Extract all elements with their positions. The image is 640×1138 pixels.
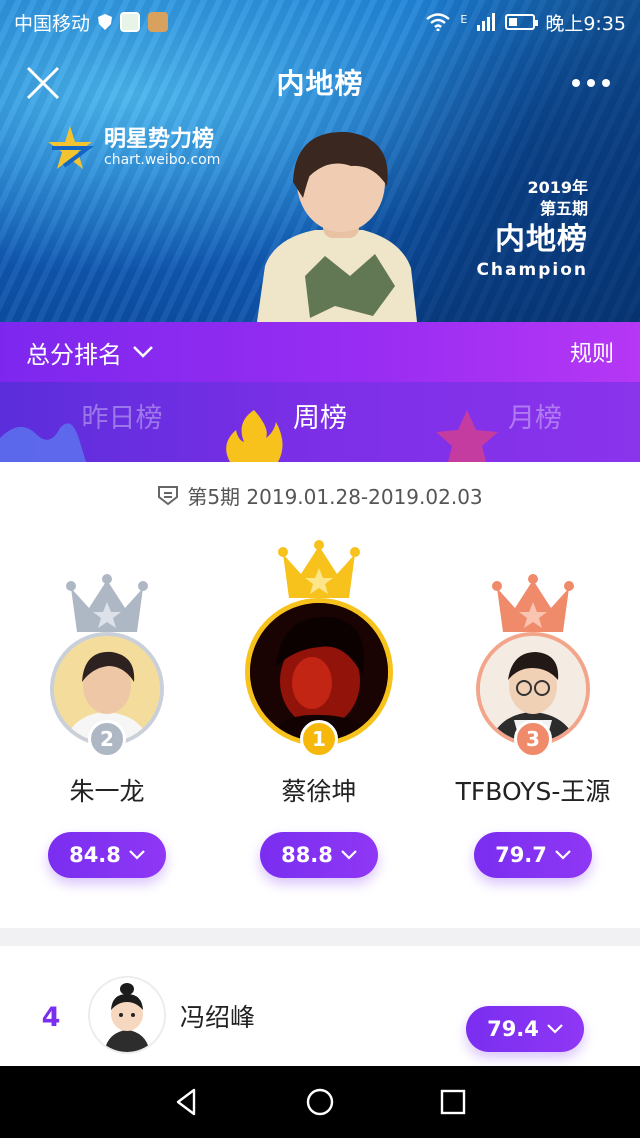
hero-banner: 中国移动 E 晚上9:35 内地榜 明星势力榜 chart.weibo.com … [0,0,640,322]
gold-crown-icon [278,540,360,598]
rank-medal: 1 [300,720,338,758]
avatar [88,976,166,1054]
rules-link[interactable]: 规则 [570,336,614,368]
chevron-down-icon [129,850,145,860]
tab-yesterday[interactable]: 昨日榜 [52,396,192,435]
score-button[interactable]: 88.8 [260,832,378,878]
bronze-crown-icon [492,574,574,632]
score-value: 84.8 [69,843,121,867]
score-value: 88.8 [281,843,333,867]
period-tabs: 昨日榜 周榜 月榜 [0,382,640,462]
tab-week[interactable]: 周榜 [250,396,390,435]
champion-photo [257,131,417,322]
battery-icon [505,14,539,30]
edition-badge: 2019年 第五期 内地榜 Champion [476,178,588,280]
ranking-panel: 第5期 2019.01.28-2019.02.03 2 朱一龙 84.8 1 蔡… [0,462,640,928]
star-logo-icon [48,126,94,169]
page-title: 内地榜 [276,67,364,100]
wechat-notification-icon [120,12,141,32]
silver-crown-icon [66,574,148,632]
section-divider [0,928,640,946]
edition-period: 第五期 [539,199,588,218]
podium-rank-2[interactable]: 2 朱一龙 84.8 [12,462,202,928]
podium-name: 朱一龙 [69,777,145,806]
podium-rank-3[interactable]: 3 TFBOYS-王源 79.7 [438,462,628,928]
row-rank: 4 [41,1002,61,1033]
podium-name: 蔡徐坤 [281,777,357,806]
chevron-down-icon [555,850,571,860]
score-value: 79.4 [487,1017,539,1041]
podium-name: TFBOYS-王源 [455,777,611,806]
brand-name: 明星势力榜 [104,127,215,152]
network-type-label: E [460,12,468,26]
back-icon[interactable] [172,1087,202,1117]
more-options-icon[interactable] [572,66,610,100]
score-button[interactable]: 79.4 [466,1006,584,1052]
signal-icon [477,13,496,31]
chevron-down-icon [547,1024,563,1034]
edition-title: 内地榜 [495,222,588,257]
ranking-mode-label: 总分排名 [26,340,122,369]
ranking-mode-dropdown[interactable]: 总分排名 [26,335,154,370]
close-icon[interactable] [26,66,60,100]
score-button[interactable]: 84.8 [48,832,166,878]
clock-label: 晚上9:35 [545,12,626,35]
shield-icon [98,14,113,30]
home-icon[interactable] [305,1087,335,1117]
score-value: 79.7 [495,843,547,867]
wifi-icon [426,13,451,31]
status-bar: 中国移动 E 晚上9:35 [0,0,640,44]
brand-block: 明星势力榜 chart.weibo.com [44,124,220,172]
row-name: 冯绍峰 [180,1003,256,1032]
rank-medal: 3 [514,720,552,758]
ranking-header: 总分排名 规则 [0,322,640,382]
score-button[interactable]: 79.7 [474,832,592,878]
top-nav: 内地榜 [0,52,640,112]
system-navigation-bar [0,1066,640,1138]
app-notification-icon [148,12,169,32]
rank-medal: 2 [88,720,126,758]
edition-year: 2019年 [527,178,588,197]
edition-subtitle: Champion [476,260,588,280]
podium-rank-1[interactable]: 1 蔡徐坤 88.8 [224,462,414,928]
tab-month[interactable]: 月榜 [465,396,605,435]
recents-icon[interactable] [438,1087,468,1117]
list-item[interactable]: 4 冯绍峰 79.4 [0,946,640,1066]
chevron-down-icon [133,346,153,358]
carrier-label: 中国移动 [14,12,91,35]
brand-url: chart.weibo.com [104,152,221,168]
chevron-down-icon [341,850,357,860]
